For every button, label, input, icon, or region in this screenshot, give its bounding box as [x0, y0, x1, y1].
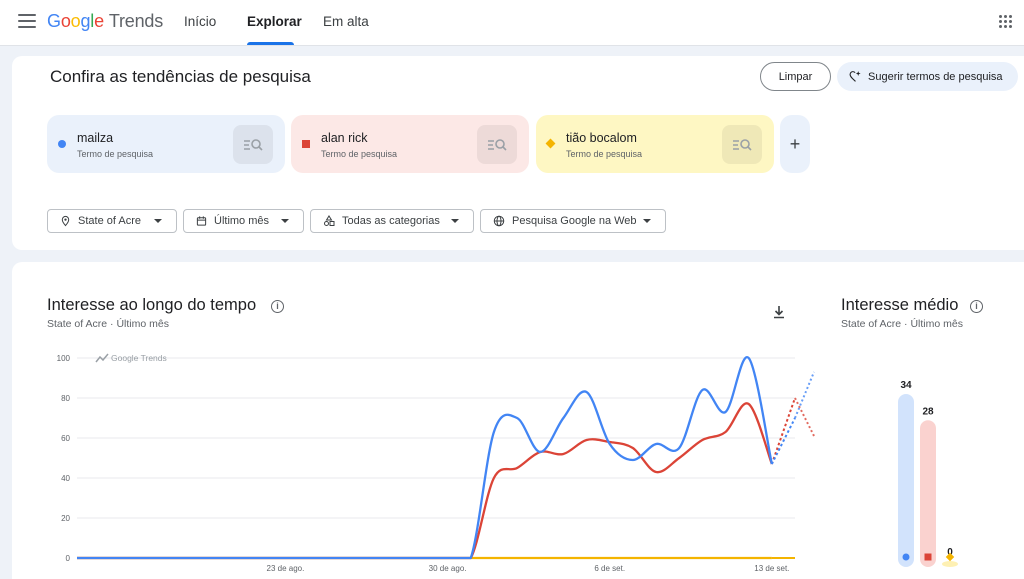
avg-bar-mailza[interactable]: [898, 394, 914, 567]
filter-label: Todas as categorias: [342, 215, 440, 227]
clear-button[interactable]: Limpar: [760, 62, 831, 91]
chevron-down-icon: [154, 219, 162, 223]
average-interest-title: Interesse médio: [841, 296, 959, 314]
term-card-mailza[interactable]: mailza Termo de pesquisa: [47, 115, 285, 173]
active-tab-indicator: [247, 42, 294, 45]
filter-category[interactable]: Todas as categorias: [310, 209, 474, 233]
series-partial-line: [770, 417, 796, 465]
series-square-icon: [924, 553, 932, 561]
tab-inicio[interactable]: Início: [184, 14, 216, 29]
x-tick-label: 6 de set.: [594, 564, 625, 573]
top-app-bar: Google Trends Início Explorar Em alta: [0, 0, 1024, 46]
y-tick-label: 20: [61, 514, 70, 523]
series-line-alan-rick[interactable]: [77, 402, 773, 560]
term-name: tião bocalom: [566, 131, 637, 145]
tab-explorar[interactable]: Explorar: [247, 14, 302, 29]
interest-over-time-title: Interesse ao longo do tempo: [47, 296, 257, 314]
chevron-down-icon: [643, 219, 651, 223]
page-title: Confira as tendências de pesquisa: [50, 67, 311, 86]
download-icon[interactable]: [771, 304, 787, 320]
avg-bar-tião-bocalom[interactable]: [942, 561, 958, 567]
series-projection: [794, 397, 815, 437]
term-name: alan rick: [321, 131, 368, 145]
term-name: mailza: [77, 131, 114, 145]
series-square-icon: [302, 140, 310, 148]
term-type: Termo de pesquisa: [566, 149, 643, 159]
x-tick-label: 30 de ago.: [429, 564, 467, 573]
search-list-icon[interactable]: [233, 125, 273, 164]
y-tick-label: 100: [57, 354, 71, 363]
add-term-button[interactable]: +: [780, 115, 810, 173]
y-tick-label: 0: [66, 554, 71, 563]
filter-location[interactable]: State of Acre: [47, 209, 177, 233]
categories-icon: [324, 215, 335, 226]
suggest-terms-label: Sugerir termos de pesquisa: [868, 70, 1003, 83]
term-card-alan-rick[interactable]: alan rick Termo de pesquisa: [291, 115, 529, 173]
series-circle-icon: [902, 553, 910, 561]
series-circle-icon: [58, 140, 66, 148]
average-interest-subtitle: State of Acre · Último mês: [841, 318, 963, 330]
series-diamond-icon: [545, 138, 556, 149]
menu-icon[interactable]: [18, 14, 36, 28]
chevron-down-icon: [451, 219, 459, 223]
sparkle-heart-icon: [849, 71, 861, 82]
filter-time-range[interactable]: Último mês: [183, 209, 304, 233]
series-line-mailza[interactable]: [77, 356, 773, 560]
info-icon[interactable]: i: [970, 300, 983, 313]
x-tick-label: 23 de ago.: [267, 564, 305, 573]
y-tick-label: 40: [61, 474, 70, 483]
calendar-icon: [196, 216, 207, 226]
watermark-text: Google Trends: [111, 353, 167, 363]
location-pin-icon: [61, 215, 70, 227]
interest-over-time-subtitle: State of Acre · Último mês: [47, 318, 169, 330]
filter-label: State of Acre: [78, 215, 141, 227]
series-projection: [794, 371, 815, 419]
suggest-terms-button[interactable]: Sugerir termos de pesquisa: [837, 62, 1018, 91]
chevron-down-icon: [281, 219, 289, 223]
x-tick-label: 13 de set.: [754, 564, 789, 573]
search-list-icon[interactable]: [477, 125, 517, 164]
apps-grid-icon[interactable]: [999, 15, 1013, 29]
term-card-tiao-bocalom[interactable]: tião bocalom Termo de pesquisa: [536, 115, 774, 173]
globe-icon: [493, 215, 505, 227]
average-interest-chart[interactable]: 34280: [880, 370, 980, 579]
tab-em-alta[interactable]: Em alta: [323, 14, 369, 29]
avg-bar-alan-rick[interactable]: [920, 420, 936, 567]
term-type: Termo de pesquisa: [321, 149, 398, 159]
term-type: Termo de pesquisa: [77, 149, 154, 159]
avg-value-label: 28: [922, 406, 934, 417]
interest-over-time-chart[interactable]: 0 20 40 60 80 100 23 de ago. 30 de ago. 6 de set…: [0, 340, 820, 579]
series-partial-line: [770, 397, 796, 465]
avg-value-label: 34: [900, 380, 912, 391]
search-list-icon[interactable]: [722, 125, 762, 164]
y-tick-label: 60: [61, 434, 70, 443]
filter-label: Último mês: [214, 215, 270, 227]
google-trends-logo[interactable]: Google Trends: [47, 11, 163, 32]
filter-label: Pesquisa Google na Web: [512, 215, 637, 227]
filter-search-type[interactable]: Pesquisa Google na Web: [480, 209, 666, 233]
y-tick-label: 80: [61, 394, 70, 403]
info-icon[interactable]: i: [271, 300, 284, 313]
